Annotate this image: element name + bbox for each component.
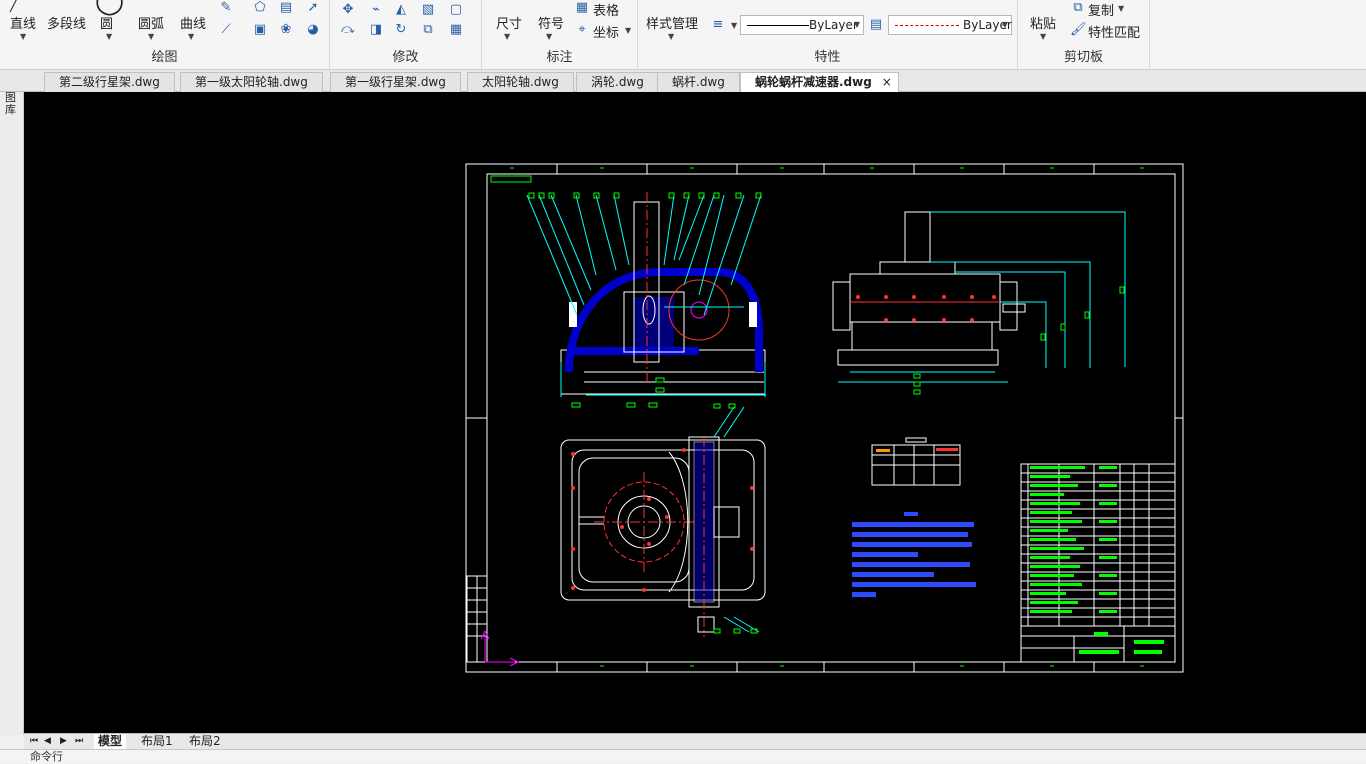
draw-group-label: 绘图 xyxy=(151,50,178,65)
tab-first-planet-carrier[interactable]: 第一级行星架.dwg xyxy=(330,72,461,92)
lineweight-sample xyxy=(895,25,959,26)
table-icon[interactable]: ▦ xyxy=(574,0,590,16)
draw-group: ╱ 直线 ▼ 多段线 ◯ 圆 ▼ 圆弧 ▼ 曲线 ▼ ✎ ⬠ ▤ ➚ ⟋ ▣ ❀… xyxy=(0,0,330,70)
offset-icon[interactable]: ⧉ xyxy=(420,22,436,38)
paste-dropdown-icon[interactable]: ▼ xyxy=(1040,32,1046,41)
technical-requirements-text xyxy=(852,512,976,597)
style-manager-dropdown-icon[interactable]: ▼ xyxy=(668,32,674,41)
lineweight-icon[interactable]: ≡ xyxy=(710,17,726,33)
layout-next-icon[interactable]: ▶ xyxy=(56,734,71,749)
move-icon[interactable]: ✥ xyxy=(340,2,356,18)
sheet-outer-border xyxy=(465,163,1184,673)
region-icon[interactable]: ❀ xyxy=(278,22,294,38)
copy-object-icon[interactable]: ▧ xyxy=(420,2,436,18)
point-icon[interactable]: ➚ xyxy=(305,0,321,16)
top-view xyxy=(560,436,766,637)
linetype-sample xyxy=(747,25,809,26)
arc-dropdown-icon[interactable]: ▼ xyxy=(148,32,154,41)
cad-drawing[interactable] xyxy=(24,92,1366,733)
tab-worm[interactable]: 蜗杆.dwg xyxy=(657,72,740,92)
ribbon: ╱ 直线 ▼ 多段线 ◯ 圆 ▼ 圆弧 ▼ 曲线 ▼ ✎ ⬠ ▤ ➚ ⟋ ▣ ❀… xyxy=(0,0,1366,70)
tab-layout1[interactable]: 布局1 xyxy=(137,734,177,749)
tab-sun-gear-shaft[interactable]: 太阳轮轴.dwg xyxy=(467,72,574,92)
mirror-icon[interactable]: ◭ xyxy=(393,2,409,18)
layout-tab-bar: ⏮ ◀ ▶ ⏭ 模型 布局1 布局2 xyxy=(24,733,1366,749)
tab-secondary-planet-carrier[interactable]: 第二级行星架.dwg xyxy=(44,72,175,92)
coordinate-button[interactable]: 坐标 xyxy=(593,22,619,41)
polyline-button[interactable]: 多段线 xyxy=(47,13,86,32)
coordinate-dropdown-icon[interactable]: ▼ xyxy=(625,26,631,35)
tab-first-sun-gear-shaft[interactable]: 第一级太阳轮轴.dwg xyxy=(180,72,323,92)
close-tab-icon[interactable]: × xyxy=(882,73,892,92)
circle-dropdown-icon[interactable]: ▼ xyxy=(106,32,112,41)
line-dropdown-icon[interactable]: ▼ xyxy=(20,32,26,41)
scale-icon[interactable]: ◨ xyxy=(368,22,384,38)
clipboard-group: 粘贴 ▼ ⧉ 复制 ▼ 🖌 特性匹配 剪切板 xyxy=(1018,0,1150,70)
rotate-icon[interactable]: ↻ xyxy=(393,22,409,38)
dimension-dropdown-icon[interactable]: ▼ xyxy=(504,32,510,41)
line-button[interactable]: 直线 xyxy=(10,13,36,32)
tab-layout2[interactable]: 布局2 xyxy=(185,734,225,749)
curve-dropdown-icon[interactable]: ▼ xyxy=(188,32,194,41)
circle-button[interactable]: 圆 xyxy=(100,13,113,32)
symbol-button[interactable]: 符号 xyxy=(538,13,564,32)
command-line-label: 命令行 xyxy=(30,750,63,763)
library-label[interactable]: 图库 xyxy=(5,92,19,116)
lineweight-pattern-icon[interactable]: ▤ xyxy=(868,17,884,33)
command-line[interactable]: 命令行 xyxy=(0,749,1366,763)
left-tool-strip: ⎘ 图库 xyxy=(0,70,24,735)
trim-icon[interactable]: ⌁ xyxy=(368,2,384,18)
polygon-icon[interactable]: ⬠ xyxy=(252,0,268,16)
modify-group: ✥ ⌁ ◭ ▧ ▢ ⤼ ◨ ↻ ⧉ ▦ 修改 xyxy=(330,0,482,70)
construction-line-icon[interactable]: ⟋ xyxy=(218,22,234,38)
lineweight-dropdown-icon[interactable]: ▼ xyxy=(731,21,737,30)
front-section-view xyxy=(526,192,766,397)
properties-group-label: 特性 xyxy=(814,50,841,65)
layout-last-icon[interactable]: ⏭ xyxy=(71,734,87,749)
properties-group: 样式管理 ▼ ≡ ▼ ByLayer ▼ ▤ ByLayer ▼ 特性 xyxy=(638,0,1018,70)
linetype-select[interactable]: ByLayer ▼ xyxy=(740,15,864,35)
tab-worm-gear-reducer[interactable]: 蜗轮蜗杆减速器.dwg × xyxy=(740,72,899,92)
arc-button[interactable]: 圆弧 xyxy=(138,13,164,32)
boundary-icon[interactable]: ◕ xyxy=(305,22,321,38)
drawing-canvas[interactable] xyxy=(24,92,1366,733)
linetype-value: ByLayer xyxy=(809,18,858,32)
drawing-code-box xyxy=(490,175,532,183)
clipboard-group-label: 剪切板 xyxy=(1063,50,1103,65)
style-manager-button[interactable]: 样式管理 xyxy=(646,13,698,32)
copy-icon[interactable]: ⧉ xyxy=(1070,0,1086,16)
copy-button[interactable]: 复制 xyxy=(1088,0,1114,19)
hatch-icon[interactable]: ▤ xyxy=(278,0,294,16)
lineweight-select[interactable]: ByLayer ▼ xyxy=(888,15,1012,35)
annotate-group-label: 标注 xyxy=(546,50,573,65)
linetype-dropdown-icon: ▼ xyxy=(853,20,860,29)
sheet-inner-border xyxy=(486,173,1176,663)
copy-dropdown-icon[interactable]: ▼ xyxy=(1118,4,1124,13)
document-tab-bar: 第二级行星架.dwg 第一级太阳轮轴.dwg 第一级行星架.dwg 太阳轮轴.d… xyxy=(0,70,1366,92)
stretch-icon[interactable]: ⤼ xyxy=(340,22,356,38)
tab-turbine[interactable]: 涡轮.dwg xyxy=(576,72,659,92)
annotate-group: 尺寸 ▼ 符号 ▼ ▦ 表格 ⌖ 坐标 ▼ 标注 xyxy=(482,0,638,70)
line-tool-icon[interactable]: ╱ xyxy=(10,0,18,13)
coordinate-icon[interactable]: ⌖ xyxy=(574,22,590,38)
modify-group-label: 修改 xyxy=(392,50,419,65)
dimension-button[interactable]: 尺寸 xyxy=(496,13,522,32)
gear-parameter-table xyxy=(871,437,961,486)
rectangle-icon[interactable]: ▣ xyxy=(252,22,268,38)
explode-icon[interactable]: ▦ xyxy=(448,22,464,38)
tab-model[interactable]: 模型 xyxy=(94,734,127,749)
paste-button[interactable]: 粘贴 xyxy=(1030,13,1056,32)
array-icon[interactable]: ▢ xyxy=(448,2,464,18)
lineweight-select-dropdown-icon: ▼ xyxy=(1001,20,1008,29)
pencil-icon[interactable]: ✎ xyxy=(218,0,234,16)
match-properties-button[interactable]: 特性匹配 xyxy=(1088,22,1140,41)
table-button[interactable]: 表格 xyxy=(593,0,619,19)
revision-table xyxy=(466,575,488,663)
side-view xyxy=(832,211,1126,383)
layout-prev-icon[interactable]: ◀ xyxy=(40,734,55,749)
symbol-dropdown-icon[interactable]: ▼ xyxy=(546,32,552,41)
curve-button[interactable]: 曲线 xyxy=(180,13,206,32)
match-properties-icon[interactable]: 🖌 xyxy=(1070,22,1087,38)
